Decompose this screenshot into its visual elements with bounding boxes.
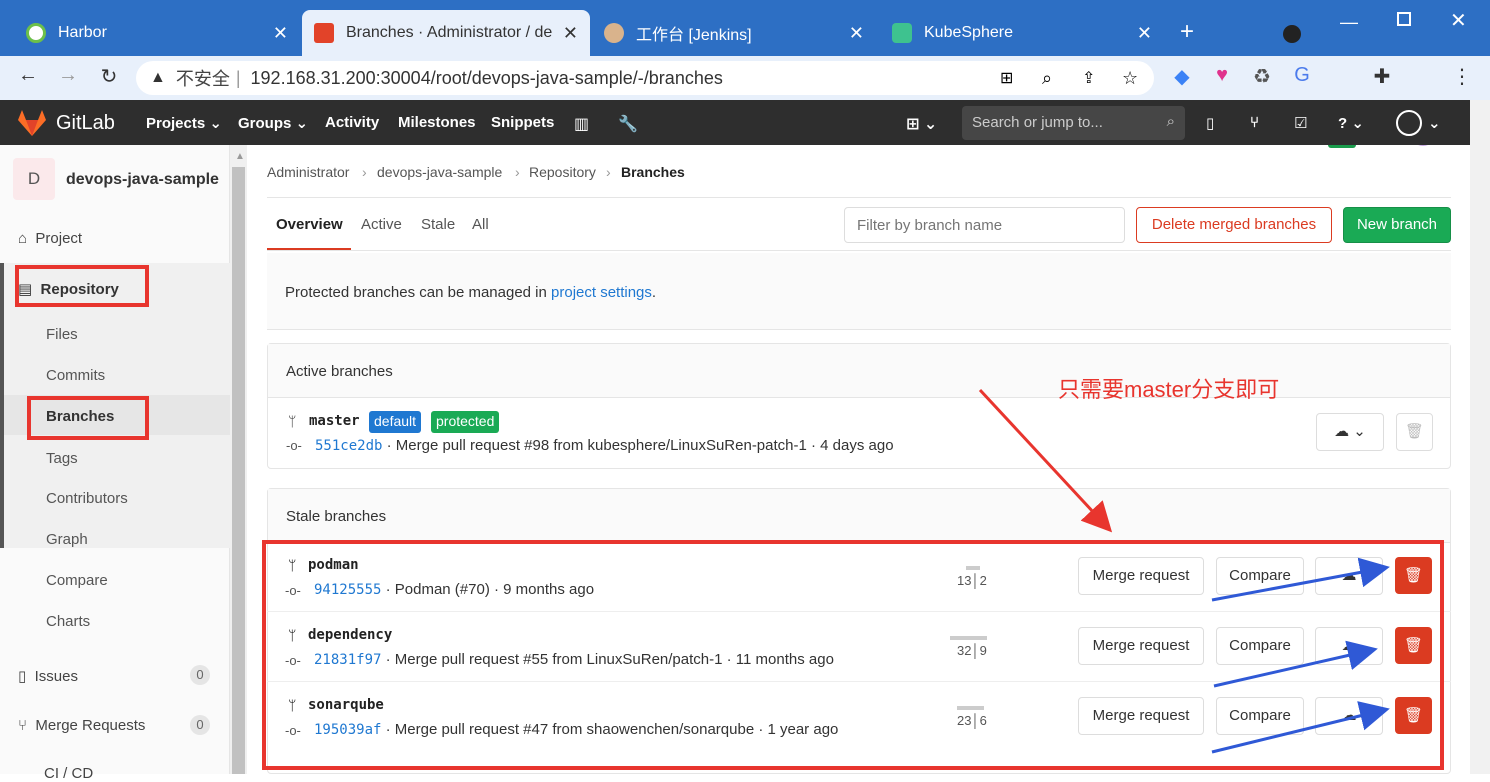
blue-arrow xyxy=(1211,557,1390,602)
annotation-arrows xyxy=(978,388,1390,754)
red-arrow xyxy=(978,388,1113,533)
blue-arrow xyxy=(1211,701,1390,754)
blue-arrow xyxy=(1213,640,1378,688)
